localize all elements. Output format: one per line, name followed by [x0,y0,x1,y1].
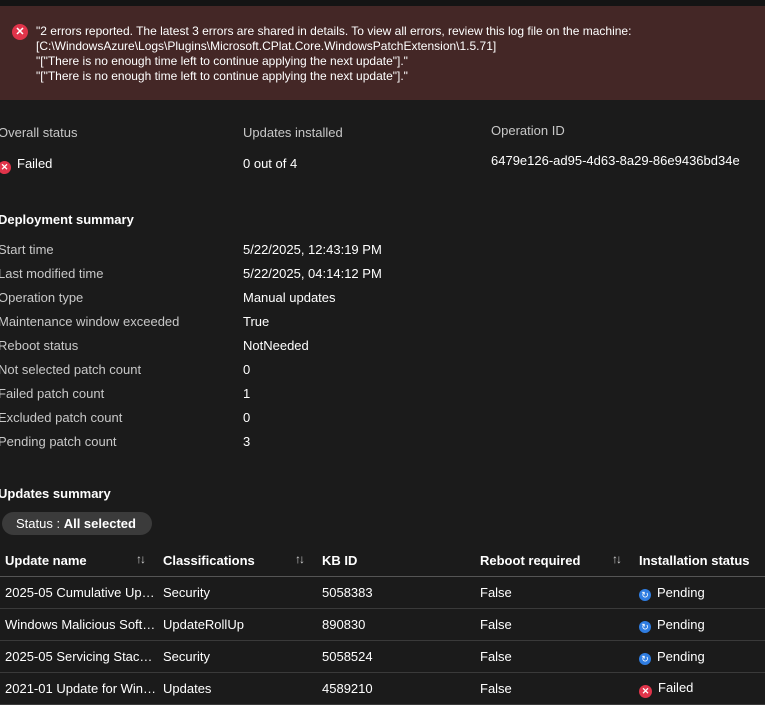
reboot-cell: False [475,576,634,609]
summary-label: Operation type [0,290,84,305]
column-header-reboot-required[interactable]: Reboot required ↑↓ [475,544,634,577]
status-filter-pill[interactable]: Status : All selected [2,512,152,535]
filter-value: All selected [63,516,136,531]
table-header-row: Update name ↑↓ Classifications ↑↓ KB ID Re… [0,544,765,577]
overall-status-label: Overall status [0,125,78,140]
column-header-update-name[interactable]: Update name ↑↓ [0,544,158,577]
update-name-cell: 2021-01 Update for Windows [0,672,158,705]
error-line: "["There is no enough time left to conti… [36,69,408,83]
table-row[interactable]: 2025-05 Servicing Stack Update Security … [0,640,765,673]
summary-label: Excluded patch count [0,410,123,425]
column-header-kb-id[interactable]: KB ID [317,544,475,577]
summary-value: 5/22/2025, 04:14:12 PM [243,266,382,281]
update-name-cell: Windows Malicious Software Removal Tool [0,608,158,641]
overall-status-value: ✕ Failed [0,156,52,174]
reboot-cell: False [475,608,634,641]
summary-value: 1 [243,386,251,401]
classification-cell: Updates [158,672,317,705]
error-line: "["There is no enough time left to conti… [36,54,408,68]
kb-id-cell: 890830 [317,608,475,641]
table-row[interactable]: Windows Malicious Software Removal Tool … [0,608,765,641]
summary-value: 0 [243,410,251,425]
overall-status-text: Failed [17,156,53,171]
pending-icon: ↻ [639,588,651,601]
update-name-cell: 2025-05 Servicing Stack Update [0,640,158,673]
status-text: Pending [657,584,705,600]
status-text: Failed [658,679,694,695]
update-name-cell: 2025-05 Cumulative Update for Windows Se… [0,576,158,609]
status-cell: ✕ Failed [634,672,765,705]
failed-icon: ✕ [639,684,652,698]
column-header-installation-status[interactable]: Installation status↑ [634,544,765,577]
failed-icon: ✕ [0,161,11,174]
pending-icon: ↻ [639,620,651,633]
sort-icon[interactable]: ↑↓ [612,552,622,566]
summary-value: True [243,314,270,329]
status-cell: ↻ Pending [634,608,765,641]
table-row[interactable]: 2025-05 Cumulative Update for Windows Se… [0,576,765,609]
summary-value: 5/22/2025, 12:43:19 PM [243,242,382,257]
updates-summary-title: Updates summary [0,486,111,501]
sort-icon[interactable]: ↑↓ [136,552,146,566]
kb-id-cell: 5058383 [317,576,475,609]
column-header-label: Installation status [639,552,750,568]
sort-icon[interactable]: ↑↓ [295,552,305,566]
summary-label: Start time [0,242,54,257]
updates-installed-label: Updates installed [243,125,343,140]
error-message: "2 errors reported. The latest 3 errors … [36,24,756,84]
updates-table: Update name ↑↓ Classifications ↑↓ KB ID Re… [0,544,765,705]
summary-label: Failed patch count [0,386,105,401]
table-row[interactable]: 2021-01 Update for Windows Updates 45892… [0,672,765,705]
classification-cell: Security [158,576,317,609]
status-cell: ↻ Pending [634,640,765,673]
reboot-cell: False [475,672,634,705]
summary-label: Last modified time [0,266,104,281]
filter-label: Status : [16,516,64,531]
summary-value: NotNeeded [243,338,309,353]
operation-id-value: 6479e126-ad95-4d63-8a29-86e9436bd34e [491,153,740,168]
classification-cell: UpdateRollUp [158,608,317,641]
summary-value: 3 [243,434,251,449]
operation-id-label: Operation ID [491,123,565,138]
column-header-label: Classifications [163,552,255,568]
deployment-summary-title: Deployment summary [0,212,134,227]
kb-id-cell: 5058524 [317,640,475,673]
status-cell: ↻ Pending [634,576,765,609]
summary-label: Pending patch count [0,434,117,449]
error-line: [C:\WindowsAzure\Logs\Plugins\Microsoft.… [36,39,497,53]
summary-label: Reboot status [0,338,79,353]
summary-value: 0 [243,362,251,377]
updates-installed-value: 0 out of 4 [243,156,298,171]
reboot-cell: False [475,640,634,673]
status-text: Pending [657,616,705,632]
column-header-label: Reboot required [480,552,581,568]
error-banner: ✕ "2 errors reported. The latest 3 error… [0,6,765,100]
summary-value: Manual updates [243,290,336,305]
column-header-label: Update name [5,552,87,568]
summary-label: Maintenance window exceeded [0,314,180,329]
classification-cell: Security [158,640,317,673]
error-icon: ✕ [12,24,28,40]
kb-id-cell: 4589210 [317,672,475,705]
column-header-label: KB ID [322,552,358,568]
status-text: Pending [657,648,705,664]
summary-label: Not selected patch count [0,362,142,377]
error-line: "2 errors reported. The latest 3 errors … [36,24,632,38]
column-header-classifications[interactable]: Classifications ↑↓ [158,544,317,577]
pending-icon: ↻ [639,652,651,665]
